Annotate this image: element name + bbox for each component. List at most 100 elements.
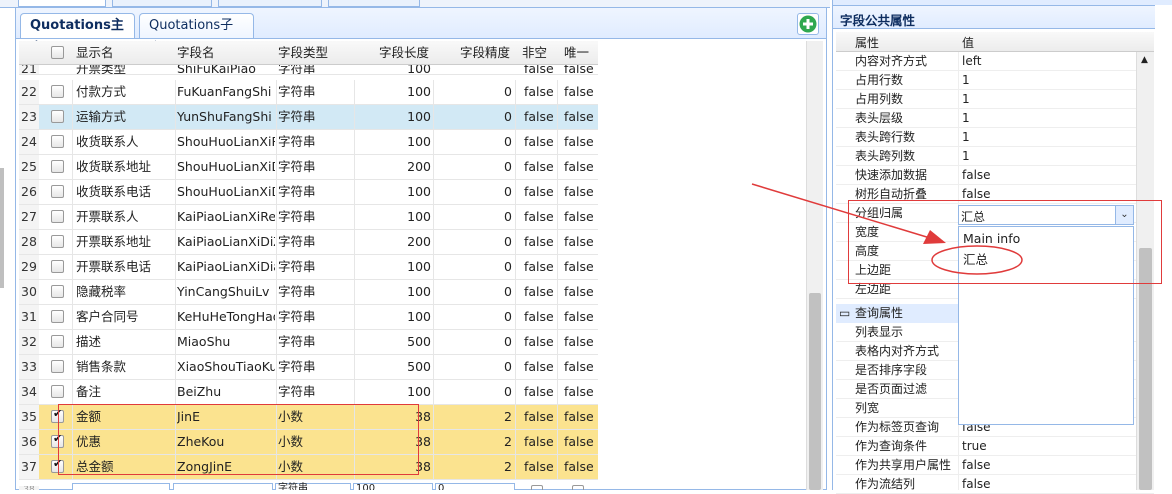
property-value[interactable]: false xyxy=(962,475,991,494)
cell-type[interactable]: 字符串 xyxy=(278,255,353,279)
cell-field[interactable]: KaiPiaoLianXiDia xyxy=(177,255,275,279)
collapse-icon[interactable]: ▭ xyxy=(839,304,850,323)
cell-precision[interactable]: 0 xyxy=(432,380,512,404)
header-display[interactable]: 显示名 xyxy=(76,41,176,65)
property-row[interactable]: 作为共享用户属性 false xyxy=(836,456,1154,475)
table-row[interactable]: 22 付款方式 FuKuanFangShi 字符串 100 0 false false xyxy=(19,80,598,105)
row-checkbox[interactable] xyxy=(51,135,64,148)
cell-display[interactable]: 收货联系电话 xyxy=(76,180,176,204)
cell-length[interactable]: 100 xyxy=(355,380,431,404)
cell-field[interactable]: YinCangShuiLv xyxy=(177,280,275,304)
cell-length[interactable]: 100 xyxy=(355,305,431,329)
cell-unique[interactable]: false xyxy=(564,355,596,379)
row-checkbox[interactable] xyxy=(51,210,64,223)
cell-notnull[interactable]: false xyxy=(524,155,556,179)
cell-notnull[interactable]: false xyxy=(524,405,556,429)
header-field[interactable]: 字段名 xyxy=(177,41,275,65)
property-row[interactable]: 表头跨行数 1 xyxy=(836,128,1154,147)
edit-length-input[interactable]: 100 xyxy=(353,483,433,490)
cell-unique[interactable]: false xyxy=(564,205,596,229)
cell-notnull[interactable]: false xyxy=(524,430,556,454)
property-row[interactable]: 内容对齐方式 left xyxy=(836,52,1154,71)
cell-type[interactable]: 字符串 xyxy=(278,280,353,304)
table-row[interactable]: 30 隐藏税率 YinCangShuiLv 字符串 100 0 false false xyxy=(19,280,598,305)
table-row[interactable]: 34 备注 BeiZhu 字符串 100 0 false false xyxy=(19,380,598,405)
cell-precision[interactable]: 0 xyxy=(432,355,512,379)
top-tab-edge-3[interactable] xyxy=(218,0,322,7)
select-all-checkbox[interactable] xyxy=(51,46,64,59)
cell-display[interactable]: 备注 xyxy=(76,380,176,404)
tab-quotations-main[interactable]: Quotations主表 xyxy=(20,13,135,56)
scroll-up-icon[interactable]: ▲ xyxy=(1141,55,1148,65)
cell-length[interactable]: 100 xyxy=(355,130,431,154)
edit-display-input[interactable] xyxy=(72,483,170,490)
cell-unique[interactable]: false xyxy=(564,130,596,154)
edit-notnull-checkbox[interactable] xyxy=(531,485,543,490)
cell-precision[interactable]: 2 xyxy=(432,455,512,479)
table-row[interactable]: 27 开票联系人 KaiPiaoLianXiRer 字符串 100 0 false false xyxy=(19,205,598,230)
cell-unique[interactable]: false xyxy=(564,280,596,304)
cell-display[interactable]: 收货联系人 xyxy=(76,130,176,154)
top-tab-edge-4[interactable] xyxy=(328,0,420,7)
cell-field[interactable]: FuKuanFangShi xyxy=(177,80,275,104)
cell-type[interactable]: 字符串 xyxy=(278,180,353,204)
table-row[interactable]: 25 收货联系地址 ShouHuoLianXiD 字符串 200 0 false false xyxy=(19,155,598,180)
property-value[interactable]: false xyxy=(962,456,991,475)
property-row[interactable]: 占用行数 1 xyxy=(836,71,1154,90)
property-row[interactable]: 表头层级 1 xyxy=(836,109,1154,128)
edit-precision-input[interactable]: 0 xyxy=(435,483,515,490)
table-row[interactable]: 29 开票联系电话 KaiPiaoLianXiDia 字符串 100 0 false fals… xyxy=(19,255,598,280)
cell-precision[interactable]: 0 xyxy=(432,280,512,304)
edit-unique-checkbox[interactable] xyxy=(572,485,584,490)
cell-notnull[interactable]: false xyxy=(524,205,556,229)
row-checkbox[interactable] xyxy=(51,310,64,323)
cell-notnull[interactable]: false xyxy=(524,130,556,154)
cell-precision[interactable]: 0 xyxy=(432,230,512,254)
cell-unique[interactable]: false xyxy=(564,105,596,129)
cell-type[interactable]: 字符串 xyxy=(278,105,353,129)
cell-precision[interactable]: 0 xyxy=(432,305,512,329)
panel-scrollbar-thumb[interactable] xyxy=(1139,248,1152,490)
cell-type[interactable]: 字符串 xyxy=(278,355,353,379)
cell-length[interactable]: 200 xyxy=(355,155,431,179)
cell-precision[interactable]: 0 xyxy=(432,155,512,179)
header-length[interactable]: 字段长度 xyxy=(355,41,429,65)
cell-notnull[interactable]: false xyxy=(524,330,556,354)
cell-unique[interactable]: false xyxy=(564,255,596,279)
cell-field[interactable]: BeiZhu xyxy=(177,380,275,404)
property-row[interactable]: 表头跨列数 1 xyxy=(836,147,1154,166)
table-row[interactable]: 33 销售条款 XiaoShouTiaoKu 字符串 500 0 false false xyxy=(19,355,598,380)
cell-length[interactable]: 100 xyxy=(355,255,431,279)
cell-unique[interactable]: false xyxy=(564,230,596,254)
edit-type-select[interactable]: 字符串 xyxy=(275,483,351,490)
cell-length[interactable]: 100 xyxy=(355,80,431,104)
cell-display[interactable]: 隐藏税率 xyxy=(76,280,176,304)
table-row[interactable]: 28 开票联系地址 KaiPiaoLianXiDiZ 字符串 200 0 false fals… xyxy=(19,230,598,255)
top-tab-edge-1[interactable] xyxy=(18,0,106,7)
cell-precision[interactable]: 0 xyxy=(432,105,512,129)
cell-display[interactable]: 付款方式 xyxy=(76,80,176,104)
cell-type[interactable]: 字符串 xyxy=(278,155,353,179)
row-checkbox[interactable] xyxy=(51,85,64,98)
header-notnull[interactable]: 非空 xyxy=(522,41,552,65)
cell-unique[interactable]: false xyxy=(564,380,596,404)
cell-type[interactable]: 字符串 xyxy=(278,230,353,254)
cell-length[interactable]: 100 xyxy=(355,280,431,304)
cell-notnull[interactable]: false xyxy=(524,80,556,104)
row-checkbox[interactable] xyxy=(51,235,64,248)
cell-precision[interactable]: 0 xyxy=(432,330,512,354)
cell-field[interactable]: MiaoShu xyxy=(177,330,275,354)
cell-field[interactable]: ShouHuoLianXiR xyxy=(177,130,275,154)
cell-display[interactable]: 运输方式 xyxy=(76,105,176,129)
cell-unique[interactable]: false xyxy=(564,180,596,204)
cell-type[interactable]: 字符串 xyxy=(278,305,353,329)
cell-display[interactable]: 销售条款 xyxy=(76,355,176,379)
header-unique[interactable]: 唯一 xyxy=(564,41,594,65)
cell-unique[interactable]: false xyxy=(564,330,596,354)
cell-field[interactable]: XiaoShouTiaoKu xyxy=(177,355,275,379)
cell-type[interactable]: 字符串 xyxy=(278,80,353,104)
property-row[interactable]: 占用列数 1 xyxy=(836,90,1154,109)
row-checkbox[interactable] xyxy=(51,260,64,273)
cell-precision[interactable]: 0 xyxy=(432,205,512,229)
cell-notnull[interactable]: false xyxy=(524,255,556,279)
